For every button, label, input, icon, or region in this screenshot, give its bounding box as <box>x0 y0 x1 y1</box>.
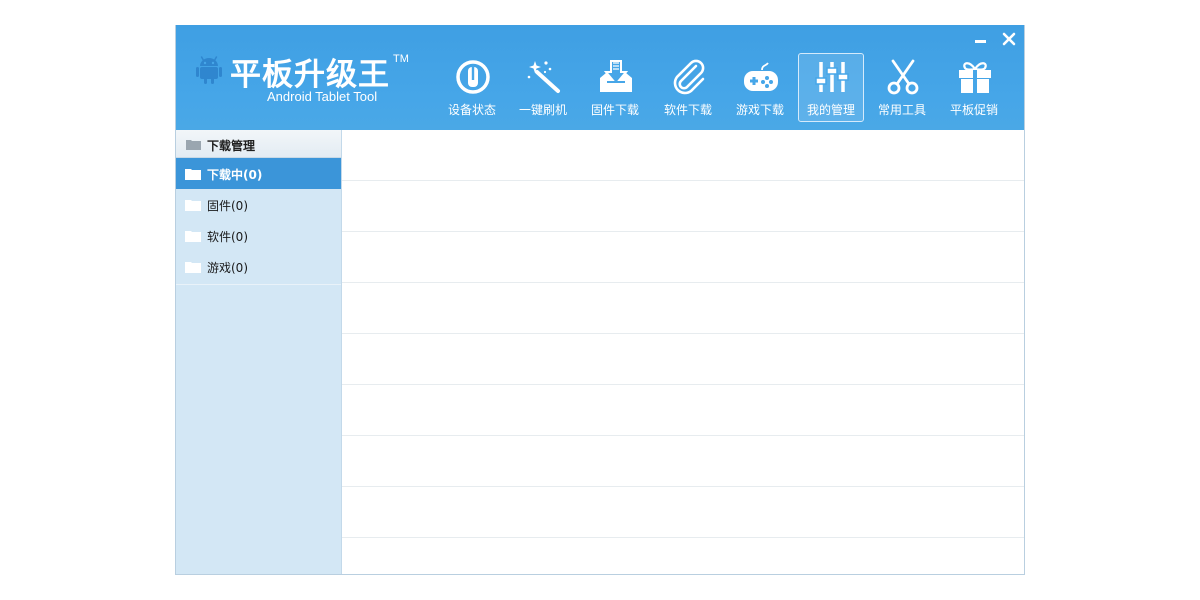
download-list <box>342 130 1024 574</box>
list-row <box>342 283 1024 334</box>
toolbar-game-download[interactable]: 游戏下载 <box>727 53 793 122</box>
toolbar-one-click-flash[interactable]: 一键刷机 <box>510 53 576 122</box>
close-icon <box>1002 32 1016 46</box>
download-tray-icon <box>600 60 632 92</box>
toolbar-device-status[interactable]: 设备状态 <box>439 53 505 122</box>
sidebar-item-firmware[interactable]: 固件(0) <box>176 189 341 220</box>
list-row <box>342 130 1024 181</box>
folder-icon <box>186 140 201 150</box>
list-row <box>342 181 1024 232</box>
magic-wand-icon <box>527 61 560 93</box>
sidebar-divider <box>176 284 341 285</box>
scissors-icon <box>887 59 919 95</box>
folder-icon <box>185 200 201 211</box>
list-row <box>342 334 1024 385</box>
list-row <box>342 385 1024 436</box>
gamepad-icon <box>744 62 778 91</box>
sidebar-header: 下载管理 <box>176 130 341 158</box>
folder-icon <box>185 262 201 273</box>
close-button[interactable] <box>1000 30 1018 48</box>
list-row <box>342 436 1024 487</box>
toolbar-my-management[interactable]: 我的管理 <box>798 53 864 122</box>
app-title: 平板升级王 <box>230 57 390 93</box>
folder-icon <box>185 231 201 242</box>
sidebar-item-downloading[interactable]: 下载中(0) <box>176 158 341 189</box>
sidebar-item-software[interactable]: 软件(0) <box>176 220 341 251</box>
folder-icon <box>185 169 201 180</box>
app-window: 平板升级王 TM Android Tablet Tool 设备状态 一键刷机 固… <box>175 25 1025 575</box>
sidebar: 下载管理 下载中(0) 固件(0) 软件(0) 游戏(0) <box>176 130 342 574</box>
toolbar-tablet-promotion[interactable]: 平板促销 <box>941 53 1007 122</box>
app-header: 平板升级王 TM Android Tablet Tool 设备状态 一键刷机 固… <box>176 25 1024 130</box>
list-row <box>342 487 1024 538</box>
android-logo-icon <box>196 56 222 84</box>
toolbar-common-tools[interactable]: 常用工具 <box>869 53 935 122</box>
toolbar-software-download[interactable]: 软件下载 <box>655 53 721 122</box>
paperclip-icon <box>673 59 705 95</box>
minimize-button[interactable] <box>972 30 990 48</box>
gift-icon <box>959 62 991 93</box>
sliders-icon <box>815 62 849 92</box>
trademark-mark: TM <box>393 53 409 65</box>
app-subtitle: Android Tablet Tool <box>267 89 378 104</box>
sidebar-item-games[interactable]: 游戏(0) <box>176 251 341 282</box>
power-icon <box>456 60 490 94</box>
window-controls <box>972 30 1018 48</box>
minimize-icon <box>975 40 986 43</box>
list-row <box>342 232 1024 283</box>
toolbar-firmware-download[interactable]: 固件下载 <box>582 53 648 122</box>
